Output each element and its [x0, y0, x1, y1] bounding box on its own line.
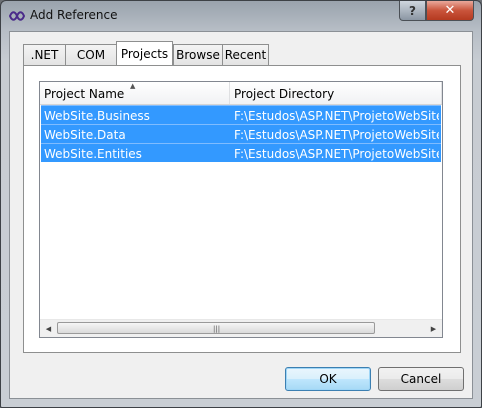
- window-title: Add Reference: [30, 8, 118, 22]
- project-name: WebSite.Entities: [44, 147, 142, 161]
- help-icon: ?: [409, 3, 416, 18]
- project-name: WebSite.Business: [44, 109, 150, 123]
- ok-button[interactable]: OK: [285, 367, 371, 391]
- tab-browse[interactable]: Browse: [173, 44, 223, 65]
- projects-list[interactable]: Project Name ▲ Project Directory WebSite…: [39, 81, 443, 338]
- app-icon: [9, 11, 25, 21]
- title-bar[interactable]: Add Reference ? ✕: [1, 1, 481, 31]
- dialog-client-area: .NET COM Projects Browse Recent Project …: [9, 31, 473, 399]
- project-name: WebSite.Data: [44, 128, 126, 142]
- tab-dotnet[interactable]: .NET: [23, 44, 66, 65]
- cancel-button[interactable]: Cancel: [378, 367, 464, 391]
- close-button[interactable]: ✕: [426, 1, 474, 21]
- projects-tab-panel: Project Name ▲ Project Directory WebSite…: [23, 65, 461, 353]
- project-directory: F:\Estudos\ASP.NET\ProjetoWebSite\WebSit…: [234, 128, 439, 142]
- column-label: Project Name: [44, 87, 125, 101]
- tab-recent[interactable]: Recent: [222, 44, 269, 65]
- horizontal-scrollbar[interactable]: ◀ ||| ▶: [40, 319, 442, 337]
- list-item[interactable]: WebSite.Business F:\Estudos\ASP.NET\Proj…: [41, 105, 441, 124]
- grip-icon: |||: [213, 325, 221, 333]
- tab-projects[interactable]: Projects: [116, 41, 173, 65]
- help-button[interactable]: ?: [399, 1, 426, 21]
- list-item[interactable]: WebSite.Data F:\Estudos\ASP.NET\ProjetoW…: [41, 124, 441, 143]
- column-header-project-directory[interactable]: Project Directory: [230, 82, 442, 104]
- scroll-right-icon[interactable]: ▶: [425, 320, 442, 337]
- list-item[interactable]: WebSite.Entities F:\Estudos\ASP.NET\Proj…: [41, 143, 441, 162]
- tab-com[interactable]: COM: [65, 44, 117, 65]
- list-header: Project Name ▲ Project Directory: [40, 82, 442, 105]
- scroll-left-icon[interactable]: ◀: [40, 320, 57, 337]
- add-reference-dialog: Add Reference ? ✕ .NET COM Projects Brow…: [0, 0, 482, 408]
- close-icon: ✕: [444, 3, 456, 18]
- project-directory: F:\Estudos\ASP.NET\ProjetoWebSite\WebSit…: [234, 109, 439, 123]
- sort-ascending-icon: ▲: [130, 82, 136, 90]
- column-header-project-name[interactable]: Project Name ▲: [40, 82, 230, 104]
- column-label: Project Directory: [234, 87, 335, 101]
- project-directory: F:\Estudos\ASP.NET\ProjetoWebSite\WebSit…: [234, 147, 439, 161]
- scrollbar-thumb[interactable]: |||: [57, 322, 375, 334]
